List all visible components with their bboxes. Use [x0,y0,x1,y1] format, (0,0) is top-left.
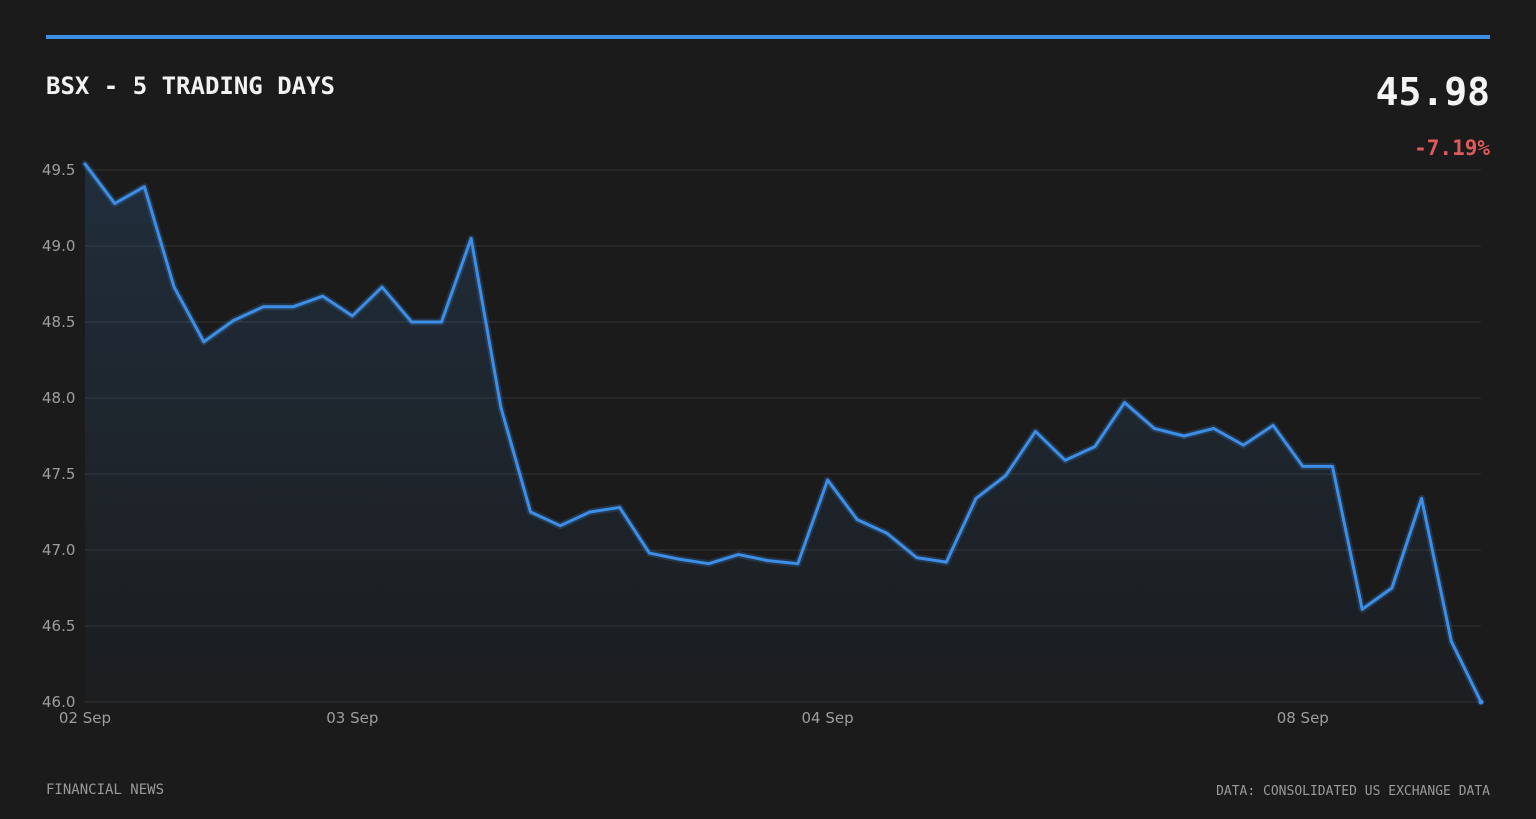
y-tick-label: 49.0 [42,237,75,255]
y-tick-label: 47.0 [42,541,75,559]
footer-source-left: FINANCIAL NEWS [46,782,165,798]
y-tick-label: 46.5 [42,617,75,635]
y-tick-label: 47.5 [42,465,75,483]
x-tick-label: 02 Sep [59,709,111,727]
y-tick-label: 48.5 [42,313,75,331]
data-point [1478,699,1484,705]
price-chart: 46.046.547.047.548.048.549.049.5 02 Sep 0… [42,160,1485,727]
y-axis-ticks: 46.046.547.047.548.048.549.049.5 [42,161,75,711]
data-points [1478,699,1484,705]
y-tick-label: 48.0 [42,389,75,407]
x-tick-label: 08 Sep [1277,709,1329,727]
footer-data-credit: DATA: CONSOLIDATED US EXCHANGE DATA [1216,784,1490,799]
x-axis-ticks: 02 Sep 03 Sep 04 Sep 08 Sep [59,709,1329,727]
x-tick-label: 04 Sep [801,709,853,727]
price-area [85,163,1481,703]
y-tick-label: 49.5 [42,161,75,179]
x-tick-label: 03 Sep [326,709,378,727]
